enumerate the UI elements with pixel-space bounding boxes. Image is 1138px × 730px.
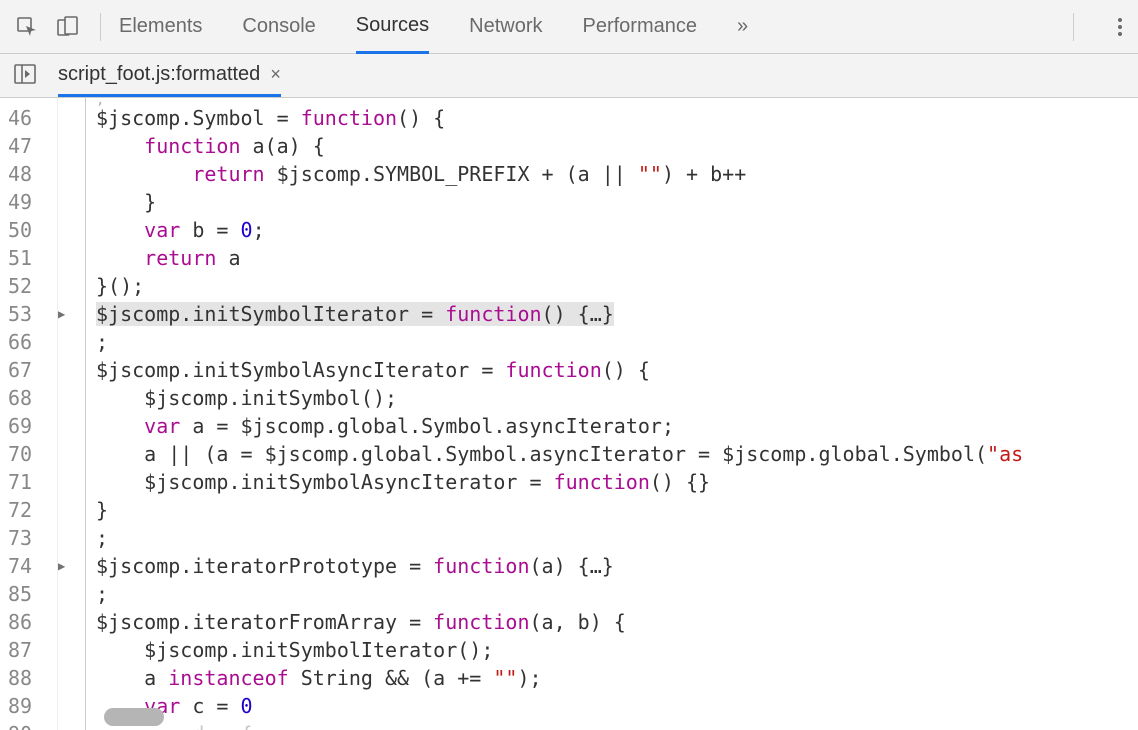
sources-subbar: script_foot.js:formatted × — [0, 54, 1138, 98]
tab-elements[interactable]: Elements — [119, 1, 202, 52]
line-numbers: 4647484950515253666768697071727374858687… — [0, 98, 58, 730]
panel-tabs: Elements Console Sources Network Perform… — [119, 0, 1055, 54]
separator — [100, 13, 101, 41]
navigator-toggle-icon[interactable] — [10, 62, 40, 90]
tab-console[interactable]: Console — [242, 1, 315, 52]
fold-toggle-icon[interactable]: ▶ — [58, 300, 65, 328]
tabs-overflow-icon[interactable]: » — [737, 15, 748, 38]
file-tab[interactable]: script_foot.js:formatted × — [58, 55, 281, 97]
inspect-element-icon[interactable] — [16, 16, 38, 38]
code-editor[interactable]: 4647484950515253666768697071727374858687… — [0, 98, 1138, 730]
tab-network[interactable]: Network — [469, 1, 542, 52]
fold-toggle-icon[interactable]: ▶ — [58, 552, 65, 580]
file-tab-label: script_foot.js:formatted — [58, 63, 260, 86]
toolbar-right — [1055, 12, 1128, 42]
separator — [1073, 13, 1074, 41]
fold-column: ▶▶ — [58, 98, 86, 730]
code-content[interactable]: ,$jscomp.Symbol = function() { function … — [86, 98, 1138, 730]
device-toolbar-icon[interactable] — [56, 16, 78, 38]
toolbar-left-icons — [10, 16, 82, 38]
tab-performance[interactable]: Performance — [583, 1, 698, 52]
more-menu-icon[interactable] — [1112, 12, 1128, 42]
devtools-toolbar: Elements Console Sources Network Perform… — [0, 0, 1138, 54]
tab-sources[interactable]: Sources — [356, 0, 429, 54]
horizontal-scrollbar-thumb[interactable] — [104, 708, 164, 726]
close-tab-icon[interactable]: × — [270, 64, 281, 85]
